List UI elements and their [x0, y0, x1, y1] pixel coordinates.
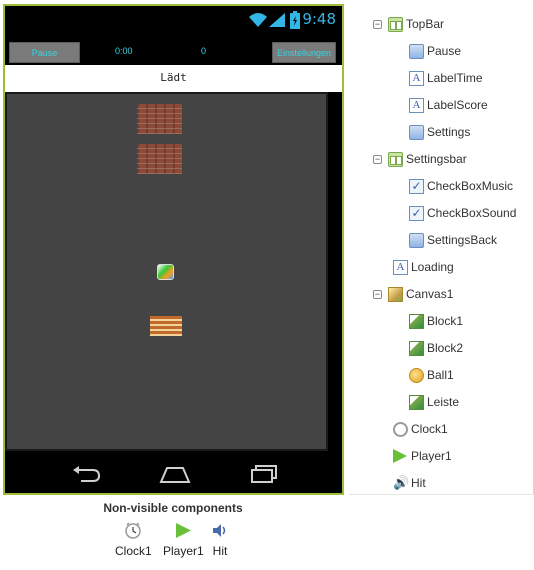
home-icon[interactable]: [159, 464, 191, 484]
tree-item-label: Block1: [427, 314, 464, 328]
tree-item-label: LabelTime: [427, 71, 483, 85]
nonvisible-item-clock1[interactable]: Clock1: [115, 522, 152, 558]
tree-item-label: Leiste: [427, 395, 460, 409]
button-icon: [409, 43, 424, 59]
tree-item-hit[interactable]: 🔊 Hit: [393, 473, 426, 493]
tree-item-topbar[interactable]: − TopBar: [373, 14, 444, 34]
button-icon: [409, 232, 424, 248]
tree-item-checkboxmusic[interactable]: ✓ CheckBoxMusic: [409, 176, 513, 196]
tree-item-label: Settingsbar: [406, 152, 467, 166]
tree-item-player1[interactable]: Player1: [393, 446, 452, 466]
canvas-icon: [388, 286, 403, 302]
tree-item-label: SettingsBack: [427, 233, 498, 247]
tree-item-label: Clock1: [411, 422, 448, 436]
tree-item-label: CheckBoxMusic: [427, 179, 514, 193]
checkbox-icon: ✓: [409, 178, 424, 194]
tree-item-label: Pause: [427, 44, 462, 58]
nav-bar: [5, 456, 342, 493]
clock-icon: [393, 421, 408, 437]
nonvisible-title: Non-visible components: [103, 501, 243, 515]
tree-item-label: Loading: [411, 260, 454, 274]
sound-icon: [213, 524, 226, 537]
collapse-icon[interactable]: −: [373, 19, 382, 29]
nonvisible-label: Clock1: [115, 544, 152, 558]
tree-item-labelscore[interactable]: A LabelScore: [409, 95, 488, 115]
tree-item-pause[interactable]: Pause: [409, 41, 461, 61]
label-score: 0: [201, 46, 207, 56]
status-bar: 9:48: [5, 6, 342, 36]
sprite-icon: [409, 313, 424, 329]
paddle-sprite[interactable]: [150, 316, 182, 336]
tree-item-label: Ball1: [427, 368, 454, 382]
tree-item-loading[interactable]: A Loading: [393, 257, 454, 277]
nonvisible-item-hit[interactable]: Hit: [211, 522, 229, 558]
tree-item-leiste[interactable]: Leiste: [409, 392, 459, 412]
tree-item-label: Player1: [411, 449, 452, 463]
collapse-icon[interactable]: −: [373, 289, 382, 299]
sprite-icon: [409, 394, 424, 410]
top-bar: Pause 0:00 0 Einstellungen: [5, 39, 342, 65]
tree-item-label: Settings: [427, 125, 471, 139]
block2-sprite[interactable]: [137, 144, 182, 174]
nonvisible-list: Clock1 Player1 Hit: [115, 522, 245, 562]
nonvisible-item-player1[interactable]: Player1: [163, 522, 204, 558]
arrangement-icon: [388, 16, 403, 32]
sound-icon: 🔊: [393, 474, 410, 490]
tree-item-checkboxsound[interactable]: ✓ CheckBoxSound: [409, 203, 516, 223]
tree-item-block1[interactable]: Block1: [409, 311, 463, 331]
pause-button[interactable]: Pause: [9, 42, 80, 63]
tree-item-label: CheckBoxSound: [427, 206, 517, 220]
player-icon: [393, 449, 407, 463]
tree-item-label: Block2: [427, 341, 464, 355]
block1-sprite[interactable]: [137, 104, 182, 134]
label-icon: A: [409, 97, 424, 113]
tree-item-settingsbar[interactable]: − Settingsbar: [373, 149, 467, 169]
wifi-icon: [249, 13, 267, 27]
tree-item-block2[interactable]: Block2: [409, 338, 463, 358]
tree-item-settingsback[interactable]: SettingsBack: [409, 230, 497, 250]
tree-item-ball1[interactable]: Ball1: [409, 365, 454, 385]
clock-icon: [125, 522, 142, 539]
label-icon: A: [409, 70, 424, 86]
loading-label: Lädt: [5, 65, 342, 92]
tree-item-settings[interactable]: Settings: [409, 122, 470, 142]
ball-sprite[interactable]: [157, 264, 174, 280]
nonvisible-label: Player1: [163, 544, 204, 558]
tree-item-clock1[interactable]: Clock1: [393, 419, 448, 439]
nonvisible-label: Hit: [212, 544, 228, 558]
status-time: 9:48: [302, 10, 336, 28]
component-tree: − TopBar Pause A LabelTime A LabelScore …: [349, 0, 534, 495]
button-icon: [409, 124, 424, 140]
label-icon: A: [393, 259, 408, 275]
canvas[interactable]: [5, 92, 328, 451]
tree-item-label: Hit: [411, 476, 426, 490]
ball-icon: [409, 367, 424, 383]
phone-preview: 9:48 Pause 0:00 0 Einstellungen Lädt: [3, 4, 344, 495]
sprite-icon: [409, 340, 424, 356]
tree-item-labeltime[interactable]: A LabelTime: [409, 68, 483, 88]
collapse-icon[interactable]: −: [373, 154, 382, 164]
label-time: 0:00: [115, 46, 133, 56]
back-icon[interactable]: [71, 464, 101, 484]
battery-icon: [290, 11, 300, 29]
checkbox-icon: ✓: [409, 205, 424, 221]
signal-icon: [269, 13, 285, 27]
tree-item-canvas1[interactable]: − Canvas1: [373, 284, 453, 304]
tree-item-label: TopBar: [406, 17, 445, 31]
arrangement-icon: [388, 151, 403, 167]
tree-item-label: Canvas1: [406, 287, 454, 301]
tree-item-label: LabelScore: [427, 98, 488, 112]
settings-button[interactable]: Einstellungen: [272, 42, 336, 63]
player-icon: [176, 523, 192, 538]
recent-apps-icon[interactable]: [249, 464, 279, 484]
